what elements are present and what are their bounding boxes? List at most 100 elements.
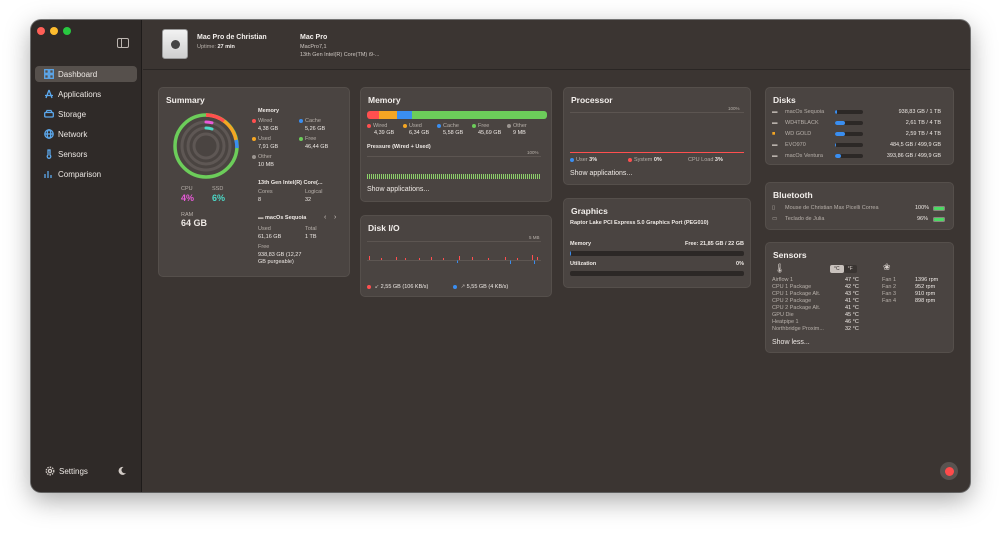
sidebar-item-storage[interactable]: Storage (35, 106, 137, 122)
mem-legend-free: Free (472, 123, 489, 129)
battery-icon (933, 217, 945, 222)
ram-value: 64 GB (181, 218, 208, 228)
disk-io-graph (367, 255, 541, 264)
summary-cpu-title: 13th Gen Intel(R) Core(... (258, 180, 323, 186)
minimize-button[interactable] (50, 27, 58, 35)
used-dot-icon (252, 136, 256, 141)
disk-value: 938,83 GB / 1 TB (898, 109, 941, 115)
cpu-load-value: 3% (714, 157, 723, 163)
uptime-label: Uptime: (197, 44, 216, 50)
bluetooth-title: Bluetooth (773, 190, 813, 200)
memory-usage-bar (367, 111, 547, 119)
prev-disk-button[interactable]: ‹ (324, 214, 326, 221)
cpu-label: CPU (181, 186, 193, 192)
cpu-name: 13th Gen Intel(R) Core(TM) i9-... (300, 52, 380, 58)
sensor-name: GPU Die (772, 312, 794, 318)
fan-value: 898 rpm (915, 298, 936, 304)
mem-legend-used: Used (403, 123, 422, 129)
sidebar-item-network[interactable]: Network (35, 126, 137, 142)
sidebar-item-dashboard[interactable]: Dashboard (35, 66, 137, 82)
sidebar-item-comparison[interactable]: Comparison (35, 166, 137, 182)
summary-ring-chart (173, 113, 239, 179)
record-icon (944, 466, 954, 476)
bluetooth-device-name: Teclado de Julia (785, 216, 825, 222)
cpu-load-stat: CPU Load 3% (688, 157, 723, 163)
other-value: 10 MB (258, 162, 274, 168)
user-dot-icon (570, 157, 574, 162)
processor-max: 100% (728, 106, 740, 111)
read-dot-icon (367, 284, 371, 289)
sensor-name: Heatpipe 1 (772, 319, 799, 325)
settings-button[interactable]: Settings (45, 466, 88, 476)
fahrenheit-option[interactable]: °F (843, 265, 857, 273)
memory-free-segment (411, 111, 547, 119)
disk-name: EVO970 (785, 142, 806, 148)
sensors-show-less-link[interactable]: Show less... (772, 339, 810, 346)
ssd-label: SSD (212, 186, 224, 192)
processor-graph-line (570, 152, 744, 153)
cpu-load-label: CPU Load (688, 157, 714, 163)
sidebar-item-applications[interactable]: Applications (35, 86, 137, 102)
celsius-option[interactable]: °C (830, 265, 844, 273)
battery-fill (934, 218, 944, 221)
disk-io-title: Disk I/O (368, 223, 400, 233)
sensors-card: Sensors 🌡︎ °C °F ❀ Airflow 1 47 °C CPU 1… (765, 242, 954, 353)
moon-icon[interactable] (117, 466, 127, 476)
processor-show-applications-link[interactable]: Show applications... (570, 170, 632, 177)
thermometer-icon: 🌡︎ (774, 263, 786, 273)
disk-value: 393,86 GB / 499,9 GB (886, 153, 941, 159)
zoom-button[interactable] (63, 27, 71, 35)
disk-write-stat: ↗ 5,55 GB (4 KB/s) (453, 284, 508, 290)
cpu-system-stat: System 0% (628, 157, 662, 163)
disk-io-max: 5 MB (529, 235, 540, 240)
other-label: Other (513, 123, 527, 129)
cache-dot-icon (299, 118, 303, 123)
mem-legend-cache: Cache (437, 123, 459, 129)
pressure-graph (367, 174, 541, 179)
sidebar-item-sensors[interactable]: Sensors (35, 146, 137, 162)
bluetooth-battery-value: 100% (915, 205, 930, 211)
free-dot-icon (299, 136, 303, 141)
free-label: Free (478, 123, 490, 129)
disk-used-label: Used (258, 226, 271, 232)
sensor-value: 32 °C (845, 326, 859, 332)
drive-icon: ■ (772, 131, 776, 137)
mem-cache-value: 5,58 GB (443, 130, 464, 136)
sidebar-toggle-icon[interactable] (117, 38, 129, 48)
bluetooth-battery-value: 96% (917, 216, 929, 222)
drive-icon: ▬ (772, 142, 778, 148)
sidebar-item-label: Storage (58, 109, 87, 119)
sensor-value: 41 °C (845, 298, 859, 304)
memory-show-applications-link[interactable]: Show applications... (367, 186, 429, 193)
disk-name: WD GOLD (785, 131, 812, 137)
disk-usage-bar-fill (835, 154, 841, 158)
memory-wired-segment (367, 111, 380, 119)
disk-read-stat: ↙ 2,55 GB (106 KB/s) (367, 284, 428, 290)
disk-usage-bar-fill (835, 132, 845, 136)
temperature-unit-toggle[interactable]: °C °F (830, 265, 857, 273)
read-arrow-icon: ↙ (374, 284, 380, 290)
apple-logo-icon (170, 39, 180, 49)
drive-icon (44, 109, 54, 118)
sensor-name: CPU 1 Package (772, 284, 812, 290)
wired-label: Wired (258, 118, 273, 124)
record-button[interactable] (940, 462, 958, 480)
sensor-name: CPU 2 Package Alt. (772, 305, 821, 311)
disk-free-label: Free (258, 244, 270, 250)
system-dot-icon (628, 157, 632, 162)
disk-read-value: 2,55 GB (106 KB/s) (380, 284, 429, 290)
sidebar-item-label: Comparison (58, 169, 102, 179)
disk-usage-bar (835, 132, 863, 136)
used-dot-icon (403, 123, 407, 128)
next-disk-button[interactable]: › (334, 214, 336, 221)
mem-wired-value: 4,39 GB (374, 130, 395, 136)
model-id: MacPro7,1 (300, 44, 327, 50)
app-store-icon (45, 89, 53, 99)
other-label: Other (258, 154, 272, 160)
sidebar-item-label: Sensors (58, 149, 88, 159)
gpu-memory-label: Memory (570, 241, 592, 247)
close-button[interactable] (37, 27, 45, 35)
summary-disk-name: macOs Sequoia (265, 215, 307, 221)
mouse-icon: ▯ (772, 205, 776, 211)
disk-usage-bar (835, 154, 863, 158)
